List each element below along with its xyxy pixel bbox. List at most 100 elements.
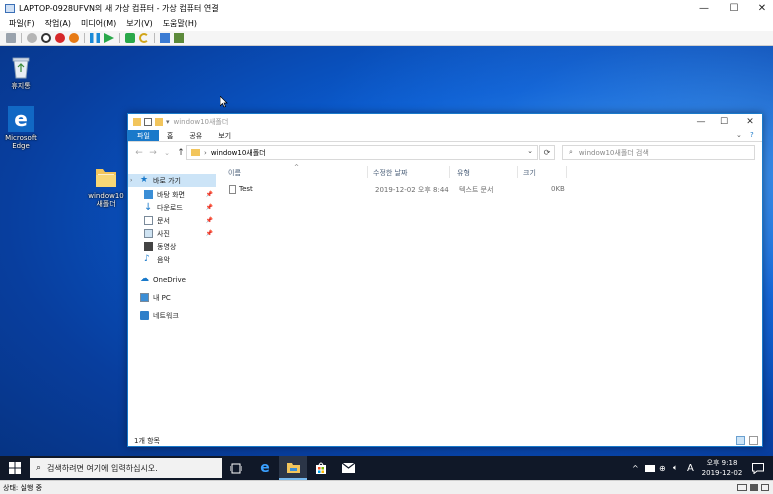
show-hidden-icons-button[interactable]: ^ (632, 456, 639, 480)
tray-network[interactable] (645, 456, 655, 480)
taskbar-edge[interactable]: e (251, 456, 279, 480)
recent-dropdown-icon[interactable]: ⌄ (160, 149, 174, 157)
shutdown-icon[interactable] (55, 33, 65, 43)
menu-media[interactable]: 미디어(M) (81, 18, 116, 29)
tray-volume[interactable]: 🔈︎ (673, 456, 678, 480)
properties-icon[interactable] (144, 118, 152, 126)
pictures-icon (144, 229, 153, 238)
details-view-button[interactable] (736, 436, 745, 445)
maximize-button[interactable]: ☐ (720, 0, 748, 16)
close-button[interactable]: ✕ (748, 0, 773, 16)
back-icon[interactable]: ← (132, 148, 146, 158)
cloud-icon: ☁ (140, 274, 149, 284)
nav-onedrive[interactable]: ☁ OneDrive (128, 273, 216, 286)
minimize-button[interactable]: — (690, 0, 718, 16)
taskbar-clock[interactable]: 오후 9:18 2019-12-02 (699, 458, 745, 478)
share-icon[interactable] (174, 33, 184, 43)
column-divider[interactable] (449, 166, 450, 178)
save-state-icon[interactable] (69, 33, 79, 43)
desktop-icon-folder[interactable]: window10새폴더 (86, 164, 126, 208)
tab-share[interactable]: 공유 (181, 130, 210, 141)
pause-icon[interactable] (90, 33, 100, 43)
nav-label: 다운로드 (157, 203, 183, 212)
computer-icon (140, 293, 149, 302)
explorer-minimize-button[interactable]: — (689, 114, 713, 130)
breadcrumb[interactable]: window10새폴더 (211, 148, 266, 158)
enhanced-session-icon[interactable] (160, 33, 170, 43)
ime-indicator[interactable]: A (687, 456, 694, 480)
tab-view[interactable]: 보기 (210, 130, 239, 141)
nav-pictures[interactable]: 사진 📌 (128, 227, 216, 240)
explorer-maximize-button[interactable]: ☐ (712, 114, 736, 130)
text-file-icon (229, 185, 236, 194)
file-name: Test (239, 185, 253, 193)
refresh-button[interactable]: ⟳ (539, 145, 555, 160)
file-explorer-icon (286, 462, 300, 473)
mouse-cursor-icon (220, 96, 228, 108)
nav-quick-access[interactable]: › ★ 바로 가기 (128, 174, 216, 187)
menu-help[interactable]: 도움말(H) (163, 18, 197, 29)
start-icon[interactable] (27, 33, 37, 43)
action-center-button[interactable] (752, 456, 764, 480)
address-dropdown-icon[interactable]: ⌄ (527, 147, 533, 155)
vm-desktop[interactable]: 휴지통 e Microsoft Edge window10새폴더 ▾ windo… (0, 46, 773, 480)
revert-icon[interactable] (139, 33, 149, 43)
nav-network[interactable]: 네트워크 (128, 309, 216, 322)
search-input[interactable]: ⌕ window10새폴더 검색 (562, 145, 755, 160)
toolbar-separator (119, 33, 120, 43)
recycle-bin-icon (12, 57, 30, 79)
new-folder-icon[interactable] (155, 118, 163, 126)
nav-music[interactable]: ♪ 음악 (128, 253, 216, 266)
menu-action[interactable]: 작업(A) (45, 18, 71, 29)
nav-downloads[interactable]: ↓ 다운로드 📌 (128, 201, 216, 214)
taskbar-store[interactable] (307, 456, 335, 480)
ribbon-tabs: 파일 홈 공유 보기 ⌄ ? (128, 130, 762, 142)
resume-icon[interactable] (104, 33, 114, 43)
tray-globe[interactable]: ⊕ (659, 456, 666, 480)
ribbon-expand-icon[interactable]: ⌄ (736, 131, 742, 139)
tab-file[interactable]: 파일 (128, 130, 159, 141)
table-row[interactable]: Test 2019-12-02 오후 8:44 텍스트 문서 0KB (226, 184, 566, 196)
column-header-name[interactable]: 이름 (228, 168, 241, 178)
large-icons-view-button[interactable] (749, 436, 758, 445)
tab-home[interactable]: 홈 (159, 130, 181, 141)
star-icon: ★ (140, 175, 149, 185)
mail-icon (341, 463, 355, 473)
taskbar-file-explorer[interactable] (279, 456, 307, 480)
nav-this-pc[interactable]: 내 PC (128, 291, 216, 304)
start-button[interactable] (0, 456, 30, 480)
host-toolbar (0, 31, 773, 46)
expand-chevron-icon[interactable]: › (130, 177, 140, 184)
column-header-type[interactable]: 유형 (457, 168, 470, 178)
desktop-icon-edge[interactable]: e Microsoft Edge (1, 106, 41, 150)
help-icon[interactable]: ? (750, 131, 754, 139)
nav-videos[interactable]: 동영상 (128, 240, 216, 253)
file-explorer-window: ▾ window10새폴더 — ☐ ✕ 파일 홈 공유 보기 ⌄ ? ← → ⌄… (127, 113, 763, 447)
forward-icon[interactable]: → (146, 148, 160, 158)
address-bar[interactable]: › window10새폴더 ⌄ (186, 145, 538, 160)
ctrl-alt-del-icon[interactable] (6, 33, 16, 43)
breadcrumb-chevron-icon[interactable]: › (204, 149, 207, 157)
menu-view[interactable]: 보기(V) (126, 18, 152, 29)
svg-text:e: e (14, 107, 28, 131)
taskbar-search-input[interactable]: ⌕ 검색하려면 여기에 입력하십시오. (30, 458, 222, 478)
column-header-modified[interactable]: 수정한 날짜 (373, 168, 407, 178)
checkpoint-icon[interactable] (125, 33, 135, 43)
nav-documents[interactable]: 문서 📌 (128, 214, 216, 227)
column-divider[interactable] (517, 166, 518, 178)
quick-access-dropdown-icon[interactable]: ▾ (166, 118, 170, 126)
desktop-icon-recycle-bin[interactable]: 휴지통 (1, 54, 41, 90)
menu-file[interactable]: 파일(F) (9, 18, 35, 29)
column-divider[interactable] (367, 166, 368, 178)
pin-icon: 📌 (205, 230, 213, 237)
column-divider[interactable] (566, 166, 567, 178)
nav-label: 사진 (157, 229, 170, 238)
explorer-close-button[interactable]: ✕ (738, 114, 762, 130)
column-header-size[interactable]: 크기 (523, 168, 536, 178)
turn-off-icon[interactable] (41, 33, 51, 43)
search-icon: ⌕ (36, 463, 42, 473)
nav-desktop[interactable]: 바탕 화면 📌 (128, 188, 216, 201)
taskbar-mail[interactable] (334, 456, 362, 480)
task-view-button[interactable] (222, 456, 250, 480)
folder-icon (191, 149, 200, 156)
